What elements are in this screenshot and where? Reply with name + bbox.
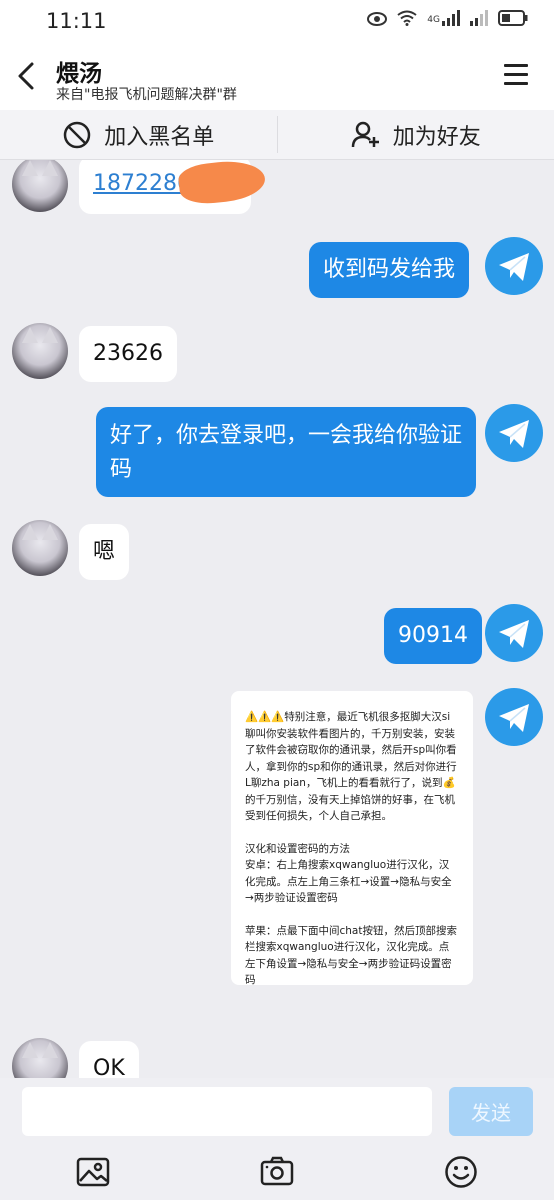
contact-avatar[interactable] — [12, 323, 68, 379]
status-icons: 4G — [367, 10, 528, 30]
message-bubble[interactable]: 好了，你去登录吧，一会我给你验证码 — [96, 407, 476, 497]
contact-avatar[interactable] — [12, 160, 68, 212]
battery-icon — [498, 10, 528, 30]
camera-icon[interactable] — [260, 1155, 294, 1189]
add-friend-label: 加为好友 — [392, 124, 481, 150]
message-input[interactable] — [22, 1087, 432, 1136]
add-friend-button[interactable]: 加为好友 — [278, 110, 554, 159]
chat-header: 煨汤 来自"电报飞机问题解决群"群 — [0, 44, 554, 110]
message-list[interactable]: 1872280 收到码发给我 23626 好了，你去登录吧，一会我给你验证码 嗯… — [0, 160, 554, 1078]
status-bar: 11:11 4G — [0, 0, 554, 44]
message-bubble[interactable]: 90914 — [384, 608, 482, 664]
menu-icon[interactable] — [504, 64, 528, 86]
phone-number-link[interactable]: 1872280 — [93, 171, 191, 196]
notice-message-card[interactable]: ⚠️⚠️⚠️特别注意，最近飞机很多抠脚大汉si聊叫你安装软件看图片的，千万别安装… — [231, 691, 473, 986]
signal-icon — [442, 10, 460, 30]
message-bubble[interactable]: OK — [79, 1041, 139, 1078]
paper-plane-icon — [485, 604, 543, 662]
block-button[interactable]: 加入黑名单 — [0, 110, 277, 159]
back-arrow-icon[interactable] — [14, 58, 42, 94]
redaction-smudge — [177, 160, 267, 207]
contact-avatar[interactable] — [12, 520, 68, 576]
paper-plane-icon — [485, 237, 543, 295]
contact-avatar[interactable] — [12, 1038, 68, 1078]
message-bubble[interactable]: 23626 — [79, 326, 177, 382]
paper-plane-icon — [485, 688, 543, 746]
chat-title[interactable]: 煨汤 — [56, 54, 102, 88]
network-label: 4G — [427, 15, 440, 25]
input-bar: 发送 — [0, 1078, 554, 1200]
action-bar: 加入黑名单 加为好友 — [0, 110, 554, 160]
message-bubble[interactable]: 1872280 — [79, 160, 267, 214]
notice-paragraph: ⚠️⚠️⚠️特别注意，最近飞机很多抠脚大汉si聊叫你安装软件看图片的，千万别安装… — [245, 711, 457, 822]
emoji-icon[interactable] — [444, 1155, 478, 1189]
status-time: 11:11 — [46, 9, 107, 33]
add-person-icon — [351, 121, 379, 147]
chat-subtitle: 来自"电报飞机问题解决群"群 — [56, 87, 237, 103]
block-icon — [63, 121, 91, 148]
signal-icon-2 — [470, 10, 488, 30]
wifi-icon — [397, 10, 417, 30]
notice-paragraph: 汉化和设置密码的方法 安卓：右上角搜索xqwangluo进行汉化，汉化完成。点左… — [245, 842, 452, 905]
paper-plane-icon — [485, 404, 543, 462]
message-bubble[interactable]: 嗯 — [79, 524, 130, 580]
send-button[interactable]: 发送 — [449, 1087, 533, 1136]
notice-paragraph: 苹果：点最下面中间chat按钮，然后顶部搜索栏搜索xqwangluo进行汉化，汉… — [245, 924, 457, 987]
block-label: 加入黑名单 — [104, 124, 215, 150]
eye-icon — [367, 11, 388, 30]
image-icon[interactable] — [76, 1155, 110, 1189]
message-bubble[interactable]: 收到码发给我 — [309, 242, 470, 298]
